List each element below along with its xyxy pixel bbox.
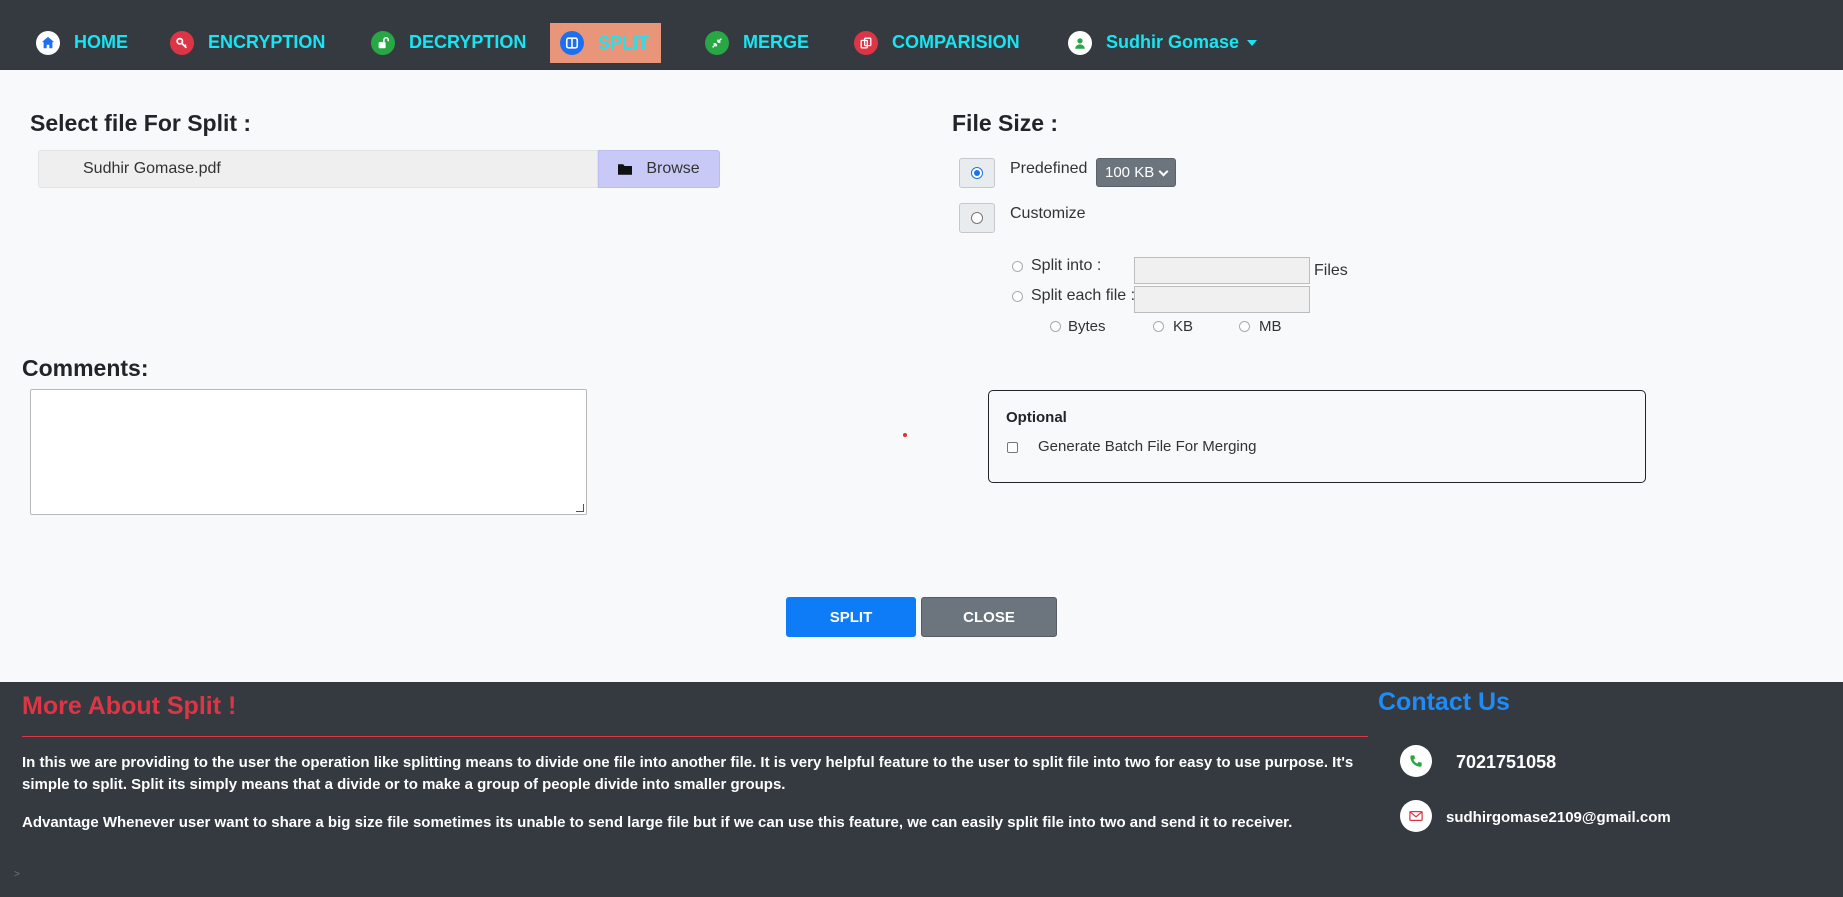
nav-decryption[interactable]: DECRYPTION (361, 22, 536, 63)
footer: More About Split ! In this we are provid… (0, 682, 1843, 897)
nav-split-label: SPLIT (598, 32, 650, 53)
mail-icon (1400, 800, 1432, 832)
chevron-down-icon (1158, 166, 1169, 177)
kb-label: KB (1173, 318, 1194, 335)
nav-encryption-label: ENCRYPTION (208, 32, 326, 52)
browse-button[interactable]: Browse (598, 150, 720, 188)
bytes-radio[interactable] (1050, 321, 1061, 332)
predefined-label: Predefined (1010, 160, 1088, 177)
files-label: Files (1314, 262, 1348, 279)
contact-title: Contact Us (1378, 688, 1510, 716)
browse-label: Browse (646, 160, 700, 177)
comments-heading: Comments: (22, 355, 149, 381)
footer-divider (22, 736, 1368, 737)
footer-paragraph-2: Advantage Whenever user want to share a … (22, 814, 1293, 831)
email-address[interactable]: sudhirgomase2109@gmail.com (1446, 809, 1671, 826)
phone-icon (1400, 745, 1432, 777)
footer-title: More About Split ! (22, 692, 237, 720)
merge-icon (705, 30, 729, 55)
nav-encryption[interactable]: ENCRYPTION (160, 22, 335, 63)
kb-radio[interactable] (1153, 321, 1164, 332)
comments-textarea[interactable] (30, 389, 587, 515)
home-icon (36, 30, 60, 55)
phone-number[interactable]: 7021751058 (1456, 752, 1556, 773)
top-navbar: HOME ENCRYPTION DECRYPTION SPLIT MERGE C… (0, 0, 1843, 70)
split-each-input[interactable] (1134, 286, 1310, 313)
split-icon (560, 31, 584, 55)
red-dot (903, 433, 907, 437)
footer-mark: > (14, 869, 20, 880)
batch-file-label: Generate Batch File For Merging (1038, 438, 1257, 455)
split-form: Select file For Split : Sudhir Gomase.pd… (0, 70, 1843, 682)
resize-handle-icon[interactable] (576, 504, 584, 512)
optional-panel: Optional Generate Batch File For Merging (988, 390, 1646, 483)
key-icon (170, 30, 194, 55)
folder-icon (618, 164, 633, 175)
user-icon (1068, 30, 1092, 55)
close-button[interactable]: CLOSE (921, 597, 1057, 637)
split-button[interactable]: SPLIT (786, 597, 916, 637)
compare-icon (854, 30, 878, 55)
nav-home-label: HOME (74, 32, 128, 52)
radio-checked-icon (971, 167, 983, 179)
select-file-heading: Select file For Split : (30, 110, 252, 136)
mb-radio[interactable] (1239, 321, 1250, 332)
split-into-input[interactable] (1134, 257, 1310, 284)
footer-paragraph-1: In this we are providing to the user the… (22, 754, 1354, 793)
predefined-radio[interactable] (959, 158, 995, 188)
nav-home[interactable]: HOME (26, 22, 138, 63)
split-each-label: Split each file : (1031, 287, 1136, 304)
split-into-radio[interactable] (1012, 261, 1023, 272)
optional-heading: Optional (1006, 409, 1067, 426)
radio-icon (971, 212, 983, 224)
user-name: Sudhir Gomase (1106, 32, 1240, 52)
bytes-label: Bytes (1068, 318, 1106, 335)
file-size-heading: File Size : (952, 110, 1059, 136)
size-select-value: 100 KB (1105, 164, 1155, 181)
nav-split[interactable]: SPLIT (550, 23, 661, 63)
mb-label: MB (1259, 318, 1282, 335)
nav-merge-label: MERGE (743, 32, 810, 52)
chevron-down-icon (1247, 39, 1258, 46)
unlock-icon (371, 30, 395, 55)
size-select[interactable]: 100 KB (1096, 158, 1176, 187)
customize-radio[interactable] (959, 203, 995, 233)
nav-user-dropdown[interactable]: Sudhir Gomase (1058, 22, 1267, 63)
file-name-input[interactable]: Sudhir Gomase.pdf (38, 150, 598, 188)
nav-decryption-label: DECRYPTION (409, 32, 527, 52)
nav-merge[interactable]: MERGE (695, 22, 819, 63)
batch-file-checkbox[interactable] (1007, 442, 1018, 453)
customize-label: Customize (1010, 205, 1086, 222)
split-into-label: Split into : (1031, 257, 1102, 274)
split-each-radio[interactable] (1012, 291, 1023, 302)
nav-comparision[interactable]: COMPARISION (844, 22, 1030, 63)
nav-comparision-label: COMPARISION (892, 32, 1020, 52)
